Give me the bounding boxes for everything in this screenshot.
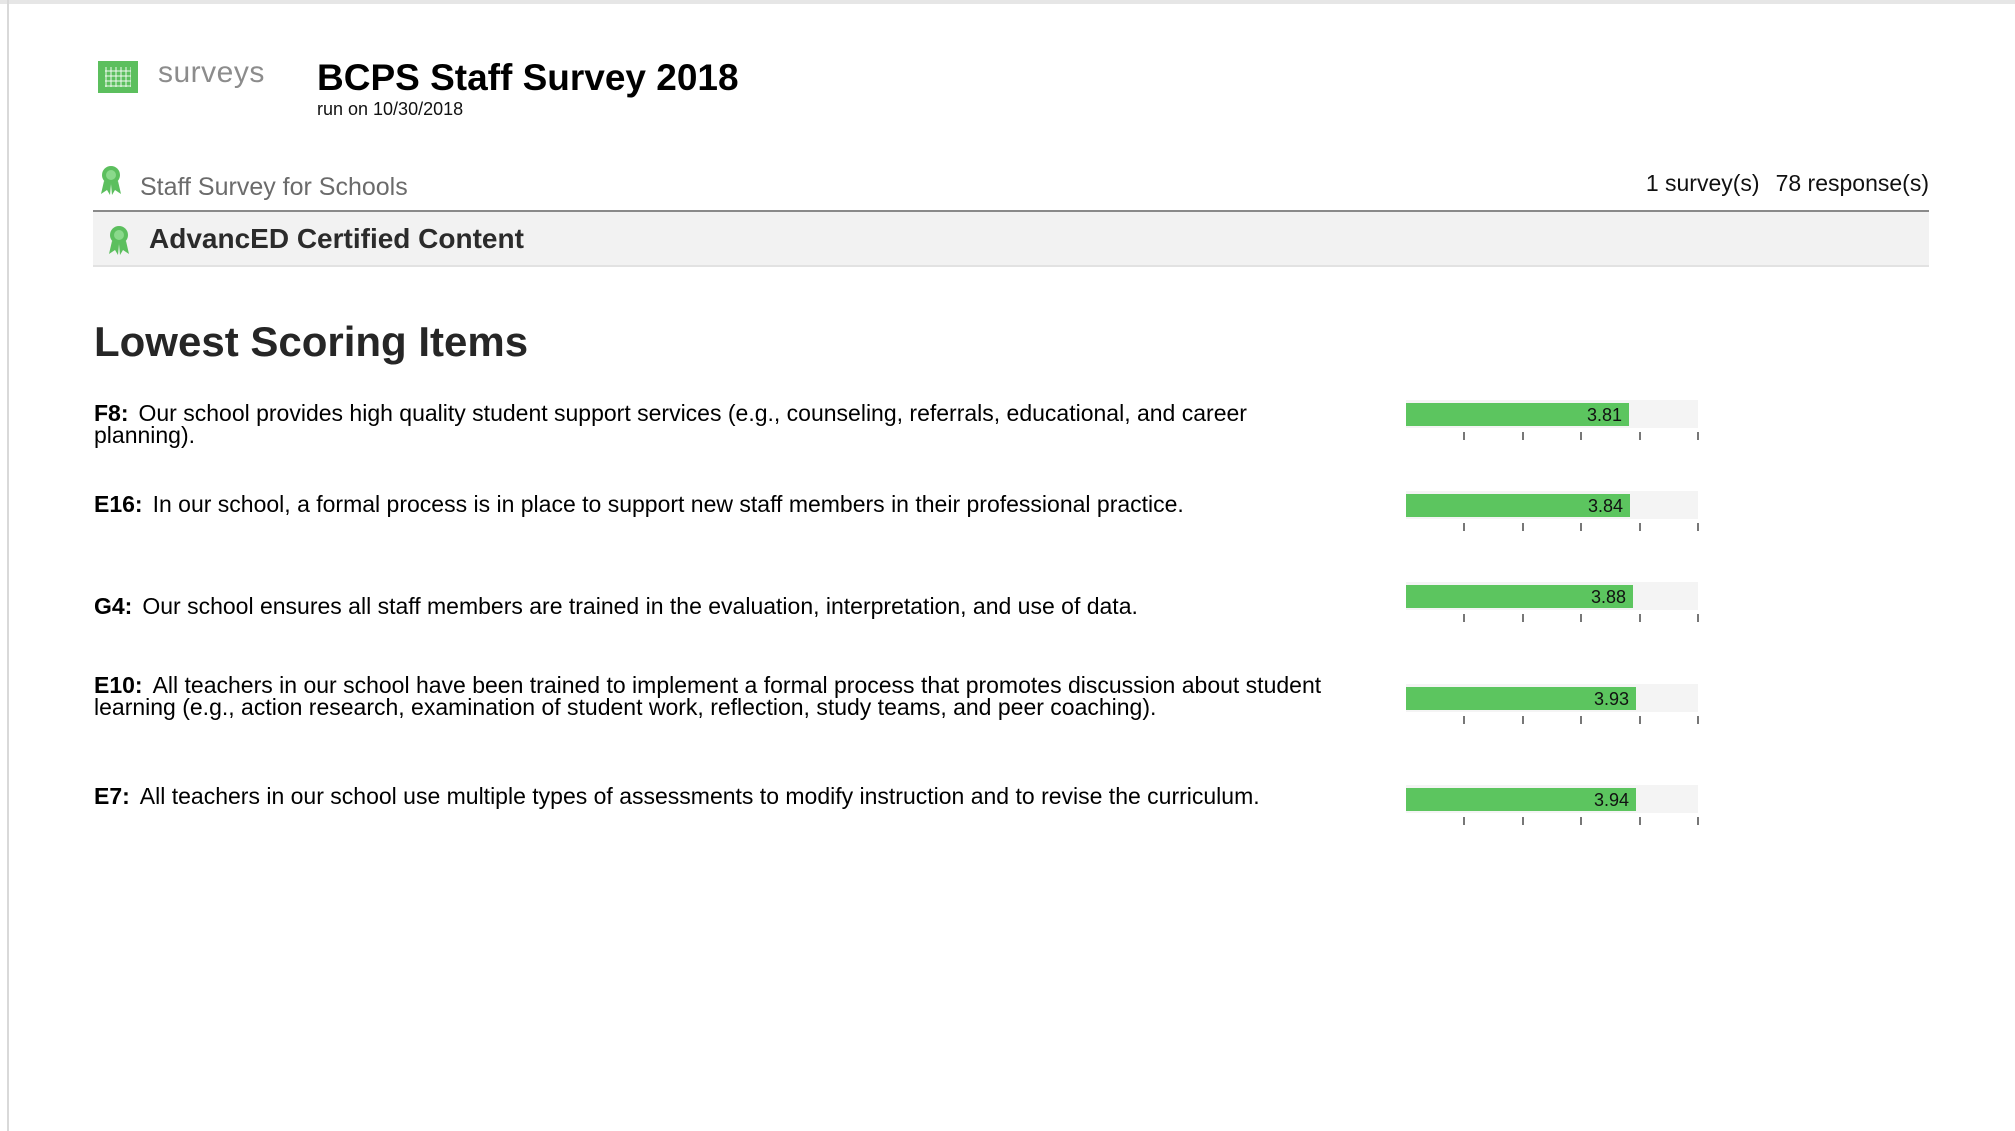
scale-tick — [1580, 817, 1582, 825]
run-date: run on 10/30/2018 — [317, 99, 464, 119]
scale-tick — [1639, 614, 1641, 622]
scale-tick — [1580, 523, 1582, 531]
scale-tick — [1639, 716, 1641, 724]
score-bar: 3.93 — [1406, 684, 1698, 712]
breadcrumb-survey-name[interactable]: Staff Survey for Schools — [140, 173, 408, 202]
scale-tick — [1463, 614, 1465, 622]
scale-tick — [1697, 523, 1699, 531]
score-value: 3.81 — [1587, 405, 1623, 425]
left-border — [7, 0, 9, 1131]
breadcrumb: Staff Survey for Schools 1 survey(s) 78 r… — [93, 160, 1929, 212]
scale-tick — [1463, 716, 1465, 724]
score-bar: 3.81 — [1406, 400, 1698, 428]
scale-ticks — [1406, 432, 1699, 440]
scale-ticks — [1406, 523, 1699, 531]
scale-tick — [1463, 523, 1465, 531]
scale-tick — [1522, 523, 1524, 531]
scale-tick — [1639, 523, 1641, 531]
scale-tick — [1522, 716, 1524, 724]
scale-tick — [1580, 614, 1582, 622]
award-ribbon-icon — [106, 224, 132, 256]
item-description: Our school provides high quality student… — [94, 400, 1247, 448]
scale-tick — [1522, 432, 1524, 440]
scale-tick — [1522, 817, 1524, 825]
scale-ticks — [1406, 614, 1699, 622]
top-border — [0, 0, 2015, 4]
item-text: G4: Our school ensures all staff members … — [94, 593, 1344, 619]
certified-content-band: AdvancED Certified Content — [93, 212, 1929, 267]
scale-tick — [1697, 432, 1699, 440]
scale-tick — [1463, 817, 1465, 825]
item-text: E10: All teachers in our school have been… — [94, 672, 1344, 720]
survey-counts: 1 survey(s) 78 response(s) — [1630, 170, 1929, 197]
scale-tick — [1580, 432, 1582, 440]
scale-tick — [1463, 432, 1465, 440]
logo-text: surveys — [158, 56, 265, 89]
scale-ticks — [1406, 716, 1699, 724]
score-bar: 3.88 — [1406, 582, 1698, 610]
scale-tick — [1697, 716, 1699, 724]
scale-tick — [1639, 817, 1641, 825]
score-bar: 3.84 — [1406, 491, 1698, 519]
item-text: E16: In our school, a formal process is i… — [94, 491, 1344, 517]
item-description: All teachers in our school use multiple … — [139, 783, 1260, 809]
response-count: 78 response(s) — [1775, 170, 1929, 196]
page-title: BCPS Staff Survey 2018 — [317, 57, 739, 98]
item-text: E7: All teachers in our school use multip… — [94, 783, 1344, 809]
scale-tick — [1697, 817, 1699, 825]
score-value: 3.94 — [1594, 790, 1630, 810]
item-code: E16: — [94, 491, 143, 517]
item-description: In our school, a formal process is in pl… — [152, 491, 1184, 517]
item-description: All teachers in our school have been tra… — [94, 672, 1322, 720]
item-code: E7: — [94, 783, 130, 809]
survey-count: 1 survey(s) — [1645, 170, 1760, 196]
item-text: F8: Our school provides high quality stud… — [94, 400, 1344, 448]
certified-content-label: AdvancED Certified Content — [149, 223, 524, 254]
scale-tick — [1580, 716, 1582, 724]
score-value: 3.93 — [1594, 689, 1630, 709]
item-description: Our school ensures all staff members are… — [142, 593, 1138, 619]
scale-tick — [1697, 614, 1699, 622]
award-ribbon-icon — [98, 164, 124, 196]
score-bar: 3.94 — [1406, 785, 1698, 813]
scale-tick — [1522, 614, 1524, 622]
surveys-logo-icon — [98, 61, 138, 93]
scale-tick — [1639, 432, 1641, 440]
item-code: G4: — [94, 593, 133, 619]
section-title: Lowest Scoring Items — [94, 318, 529, 365]
score-value: 3.84 — [1588, 496, 1624, 516]
scale-ticks — [1406, 817, 1699, 825]
score-value: 3.88 — [1591, 587, 1627, 607]
